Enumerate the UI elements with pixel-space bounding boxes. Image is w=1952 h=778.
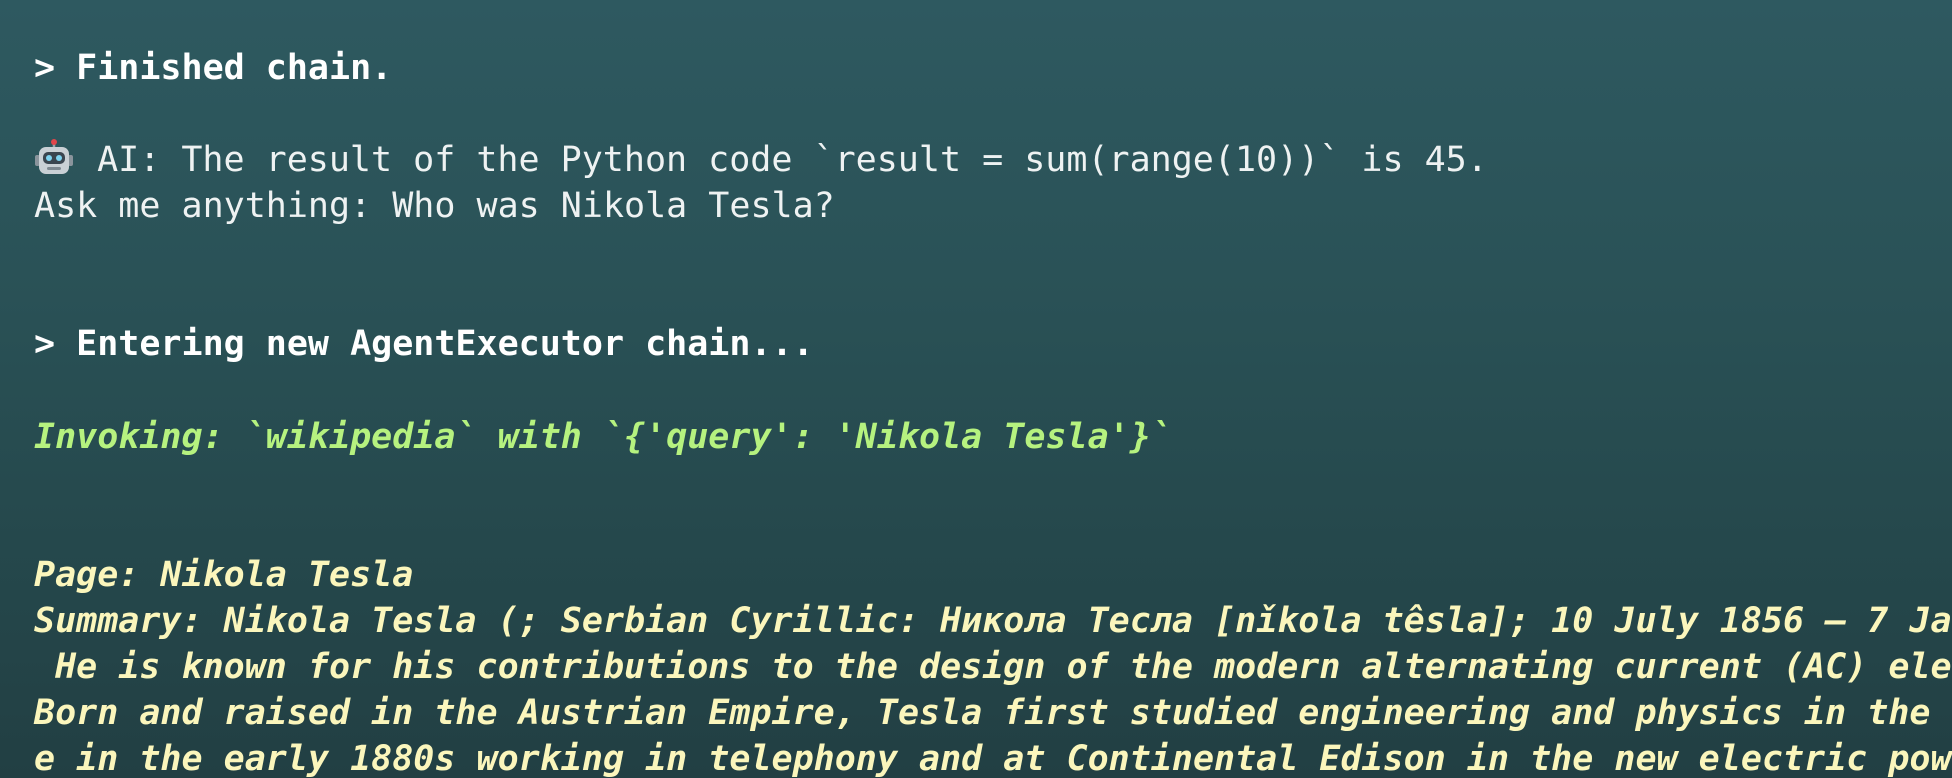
page-title-line: Page: Nikola Tesla [34,555,414,595]
terminal-window: > Finished chain. AI: The result of the … [0,0,1952,778]
summary-line: Summary: Nikola Tesla (; Serbian Cyrilli… [34,601,1952,641]
ai-prefix: AI: [76,140,182,180]
summary-line: Born and raised in the Austrian Empire, … [34,693,1952,733]
robot-icon [35,139,73,174]
ai-response-text: The result of the Python code `result = … [181,140,1488,180]
ask-prompt-line: Ask me anything: Who was Nikola Tesla? [34,186,835,226]
invoking-tool-line: Invoking: `wikipedia` with `{'query': 'N… [34,417,1172,457]
summary-line: He is known for his contributions to the… [55,647,1952,687]
summary-line: e in the early 1880s working in telephon… [34,739,1952,778]
entering-chain-line: > Entering new AgentExecutor chain... [34,324,814,364]
ai-response-line: AI: The result of the Python code `resul… [34,137,1488,183]
finished-chain-line: > Finished chain. [34,48,393,88]
